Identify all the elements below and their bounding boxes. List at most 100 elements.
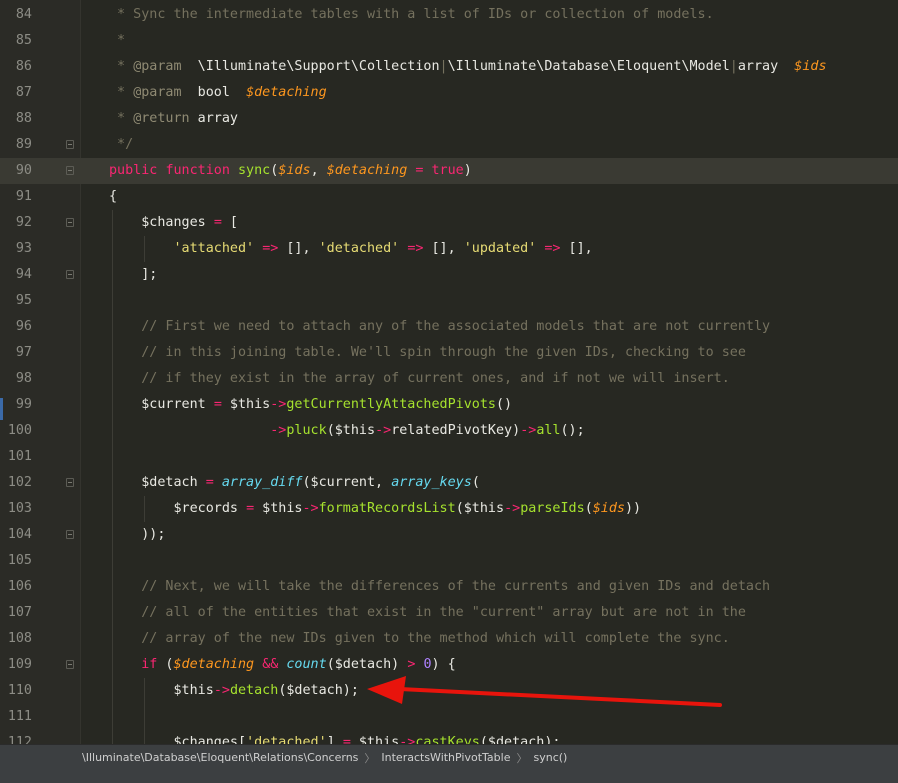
fold-marker-icon[interactable] [66, 140, 74, 149]
code-token: $ids [794, 59, 827, 74]
code-text[interactable]: // if they exist in the array of current… [109, 366, 730, 392]
code-text[interactable]: { [109, 184, 117, 210]
code-text[interactable]: * Sync the intermediate tables with a li… [109, 2, 714, 28]
code-token: ($this [326, 423, 376, 438]
fold-marker-icon[interactable] [66, 270, 74, 279]
code-line[interactable]: 110 $this->detach($detach); [0, 678, 898, 704]
code-text[interactable]: public function sync($ids, $detaching = … [109, 158, 472, 184]
code-line[interactable]: 102 $detach = array_diff($current, array… [0, 470, 898, 496]
code-token: bool [181, 85, 247, 100]
code-text[interactable]: // array of the new IDs given to the met… [109, 626, 730, 652]
code-line[interactable]: 90 public function sync($ids, $detaching … [0, 158, 898, 184]
code-text[interactable]: )); [109, 522, 165, 548]
code-line[interactable]: 92 $changes = [ [0, 210, 898, 236]
code-line[interactable]: 91 { [0, 184, 898, 210]
code-line[interactable]: 97 // in this joining table. We'll spin … [0, 340, 898, 366]
fold-marker-icon[interactable] [66, 660, 74, 669]
code-text[interactable]: */ [109, 132, 133, 158]
code-text[interactable]: $current = $this->getCurrentlyAttachedPi… [109, 392, 512, 418]
code-text[interactable]: * @param bool $detaching [109, 80, 327, 106]
breadcrumb-trait[interactable]: InteractsWithPivotTable [381, 751, 510, 764]
code-text[interactable]: ]; [109, 262, 157, 288]
code-lines[interactable]: 84 * Sync the intermediate tables with a… [0, 2, 898, 744]
code-line[interactable]: 109 if ($detaching && count($detach) > 0… [0, 652, 898, 678]
code-text[interactable]: * [109, 28, 125, 54]
code-text[interactable]: 'attached' => [], 'detached' => [], 'upd… [109, 236, 593, 262]
line-number: 98 [15, 371, 32, 386]
code-line[interactable]: 107 // all of the entities that exist in… [0, 600, 898, 626]
fold-marker-icon[interactable] [66, 166, 74, 175]
line-number: 85 [15, 33, 32, 48]
code-token: array_diff [221, 475, 303, 490]
code-line[interactable]: 105 [0, 548, 898, 574]
code-line[interactable]: 104 )); [0, 522, 898, 548]
code-text[interactable]: // in this joining table. We'll spin thr… [109, 340, 746, 366]
code-text[interactable]: ->pluck($this->relatedPivotKey)->all(); [109, 418, 585, 444]
fold-marker-icon[interactable] [66, 478, 74, 487]
code-line[interactable]: 85 * [0, 28, 898, 54]
code-line[interactable]: 101 [0, 444, 898, 470]
code-text[interactable]: $records = $this->formatRecordsList($thi… [109, 496, 641, 522]
code-text[interactable]: // Next, we will take the differences of… [109, 574, 770, 600]
code-token: && [262, 657, 279, 672]
code-line[interactable]: 96 // First we need to attach any of the… [0, 314, 898, 340]
line-number: 104 [7, 527, 32, 542]
code-token: $ids [278, 163, 311, 178]
code-line[interactable]: 106 // Next, we will take the difference… [0, 574, 898, 600]
code-token: (); [560, 423, 585, 438]
code-line[interactable]: 93 'attached' => [], 'detached' => [], '… [0, 236, 898, 262]
fold-marker-icon[interactable] [66, 218, 74, 227]
indent-guide [112, 704, 113, 730]
code-editor[interactable]: 84 * Sync the intermediate tables with a… [0, 0, 898, 744]
code-line[interactable]: 84 * Sync the intermediate tables with a… [0, 2, 898, 28]
code-line[interactable]: 111 [0, 704, 898, 730]
code-text[interactable]: // First we need to attach any of the as… [109, 314, 770, 340]
line-number: 110 [7, 683, 32, 698]
code-token: $this [254, 501, 303, 516]
indent-guide [112, 288, 113, 314]
code-token: = [213, 215, 222, 230]
code-line[interactable]: 112 $changes['detached'] = $this->castKe… [0, 730, 898, 744]
code-text[interactable]: $this->detach($detach); [109, 678, 358, 704]
fold-marker-icon[interactable] [66, 530, 74, 539]
breadcrumb-method[interactable]: sync() [533, 751, 567, 764]
code-text[interactable]: $detach = array_diff($current, array_key… [109, 470, 480, 496]
code-token: pluck [286, 423, 327, 438]
line-number: 108 [7, 631, 32, 646]
code-line[interactable]: 88 * @return array [0, 106, 898, 132]
code-token: ) [463, 163, 472, 178]
code-line[interactable]: 95 [0, 288, 898, 314]
code-token: // in this joining table. We'll spin thr… [109, 345, 746, 360]
code-token: */ [109, 137, 134, 152]
code-line[interactable]: 99 $current = $this->getCurrentlyAttache… [0, 392, 898, 418]
code-line[interactable]: 89 */ [0, 132, 898, 158]
code-token: [], [560, 241, 593, 256]
code-token: function [165, 163, 230, 178]
code-token: => [262, 241, 279, 256]
code-line[interactable]: 86 * @param \Illuminate\Support\Collecti… [0, 54, 898, 80]
code-token: -> [375, 423, 392, 438]
code-line[interactable]: 103 $records = $this->formatRecordsList(… [0, 496, 898, 522]
code-token: all [536, 423, 561, 438]
code-line[interactable]: 87 * @param bool $detaching [0, 80, 898, 106]
code-text[interactable]: * @param \Illuminate\Support\Collection|… [109, 54, 827, 80]
code-token: @param [133, 85, 182, 100]
code-text[interactable]: if ($detaching && count($detach) > 0) { [109, 652, 455, 678]
code-token: ( [471, 475, 480, 490]
code-line[interactable]: 98 // if they exist in the array of curr… [0, 366, 898, 392]
code-text[interactable]: // all of the entities that exist in the… [109, 600, 746, 626]
code-text[interactable]: $changes = [ [109, 210, 238, 236]
code-token: @param [133, 59, 182, 74]
code-line[interactable]: 108 // array of the new IDs given to the… [0, 626, 898, 652]
code-line[interactable]: 94 ]; [0, 262, 898, 288]
code-token: * [109, 85, 134, 100]
breadcrumb-namespace[interactable]: \Illuminate\Database\Eloquent\Relations\… [82, 751, 358, 764]
code-token: * Sync the intermediate tables with a li… [109, 7, 714, 22]
code-text[interactable]: * @return array [109, 106, 238, 132]
line-number: 93 [15, 241, 32, 256]
code-line[interactable]: 100 ->pluck($this->relatedPivotKey)->all… [0, 418, 898, 444]
code-text[interactable]: $changes['detached'] = $this->castKeys($… [109, 730, 560, 744]
code-token: formatRecordsList [318, 501, 456, 516]
